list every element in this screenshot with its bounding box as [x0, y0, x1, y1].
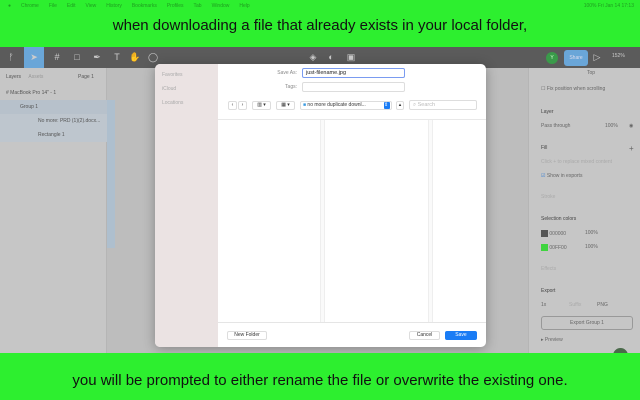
layer-text[interactable]: No more: PRD (1)(2).docx... — [0, 114, 107, 128]
fix-position-checkbox[interactable]: ☐ Fix position when scrolling — [541, 86, 605, 92]
menu-chrome[interactable]: Chrome — [21, 3, 39, 9]
sidebar-icloud[interactable]: iCloud — [162, 86, 176, 92]
sidebar-locations: Locations — [162, 100, 184, 106]
caption-bottom-text: you will be prompted to either rename th… — [72, 372, 568, 389]
fill-hint: Click + to replace mixed content — [541, 159, 613, 165]
file-browser-columns — [218, 119, 486, 323]
fill-heading: Fill — [541, 145, 548, 151]
layers-panel: Layers Assets Page 1 # MacBook Pro 14" - … — [0, 68, 107, 353]
new-folder-button[interactable]: New Folder — [227, 331, 267, 340]
page-selector[interactable]: Page 1 — [78, 70, 94, 84]
layer-opacity[interactable]: 100% — [605, 123, 618, 129]
color-row[interactable]: 00FF00 100% — [541, 244, 598, 251]
forward-button[interactable]: › — [238, 101, 247, 110]
preview-toggle[interactable]: ▸ Preview — [541, 337, 563, 343]
save-dialog: Favorites iCloud Locations Save As: just… — [155, 64, 486, 347]
export-format[interactable]: PNG — [597, 302, 608, 308]
add-fill-icon[interactable]: + — [629, 144, 634, 153]
tab-layers[interactable]: Layers — [6, 74, 21, 80]
view-mode-button[interactable]: ▥ ▾ — [252, 101, 271, 110]
sidebar-favorites: Favorites — [162, 72, 183, 78]
layer-group[interactable]: Group 1 — [0, 100, 107, 114]
present-icon[interactable]: ▷ — [588, 47, 606, 68]
tags-input[interactable] — [302, 82, 405, 92]
layer-frame[interactable]: # MacBook Pro 14" - 1 — [0, 86, 107, 100]
group-button[interactable]: ▦ ▾ — [276, 101, 295, 110]
canvas-selection-ruler — [107, 100, 115, 248]
share-button[interactable]: Share — [564, 50, 588, 66]
save-button[interactable]: Save — [445, 331, 477, 340]
menu-status: 100% Fri Jan 14 17:13 — [583, 2, 634, 9]
avatar[interactable]: Y — [546, 52, 558, 64]
caption-bottom: you will be prompted to either rename th… — [0, 353, 640, 400]
blend-select[interactable]: Pass through — [541, 123, 570, 129]
text-tool-icon[interactable]: T — [108, 47, 126, 68]
cancel-button[interactable]: Cancel — [409, 331, 440, 340]
menu-file[interactable]: File — [49, 3, 57, 9]
back-button[interactable]: ‹ — [228, 101, 237, 110]
shape-tool-icon[interactable]: □ — [68, 47, 86, 68]
menu-window[interactable]: Window — [212, 3, 230, 9]
column-resize-handle[interactable] — [320, 120, 325, 323]
location-select[interactable]: ■ no more duplicate downl... ⇕ — [300, 101, 392, 110]
apple-icon[interactable]: ● — [8, 3, 11, 9]
stroke-heading: Stroke — [541, 194, 556, 200]
menu-edit[interactable]: Edit — [67, 3, 76, 9]
color-row[interactable]: 000000 100% — [541, 230, 598, 237]
move-tool-icon[interactable]: ➤ — [24, 47, 44, 68]
selection-colors-heading: Selection colors — [541, 216, 577, 222]
eye-icon[interactable]: ◉ — [629, 123, 633, 129]
dialog-sidebar: Favorites iCloud Locations — [155, 64, 218, 347]
effects-heading: Effects — [541, 266, 557, 272]
export-heading: Export — [541, 288, 556, 294]
search-input[interactable]: ⌕ Search — [409, 100, 477, 110]
layer-rectangle[interactable]: Rectangle 1 — [0, 128, 107, 142]
menu-profiles[interactable]: Profiles — [167, 3, 184, 9]
menu-history[interactable]: History — [106, 3, 122, 9]
hand-tool-icon[interactable]: ✋ — [126, 47, 144, 68]
tags-label: Tags: — [285, 84, 297, 90]
menu-tab[interactable]: Tab — [194, 3, 202, 9]
export-scale[interactable]: 1x — [541, 302, 546, 308]
design-panel: Top ☐ Fix position when scrolling Layer … — [528, 68, 640, 353]
export-button[interactable]: Export Group 1 — [541, 316, 633, 330]
expand-button[interactable]: ▴ — [396, 101, 404, 110]
save-as-label: Save As: — [277, 70, 297, 76]
save-as-input[interactable]: just-filename.jpg — [302, 68, 405, 78]
menu-bookmarks[interactable]: Bookmarks — [132, 3, 157, 9]
frame-tool-icon[interactable]: # — [48, 47, 66, 68]
show-exports-checkbox[interactable]: ☑ Show in exports — [541, 173, 582, 179]
export-suffix[interactable]: Suffix — [569, 302, 581, 308]
dialog-footer: New Folder Cancel Save — [218, 322, 486, 347]
column-resize-handle[interactable] — [428, 120, 433, 323]
menu-help[interactable]: Help — [239, 3, 249, 9]
layer-heading: Layer — [541, 109, 554, 115]
pen-tool-icon[interactable]: ✒ — [88, 47, 106, 68]
constraint-select[interactable]: Top — [587, 70, 595, 76]
caption-top-text: when downloading a file that already exi… — [112, 17, 528, 34]
menu-bar: ● Chrome File Edit View History Bookmark… — [0, 0, 640, 11]
figma-menu-icon[interactable]: ᚠ — [2, 47, 20, 68]
zoom-level[interactable]: 152% — [612, 53, 625, 59]
caption-top: ● Chrome File Edit View History Bookmark… — [0, 0, 640, 47]
tab-assets[interactable]: Assets — [28, 74, 43, 80]
menu-view[interactable]: View — [86, 3, 97, 9]
